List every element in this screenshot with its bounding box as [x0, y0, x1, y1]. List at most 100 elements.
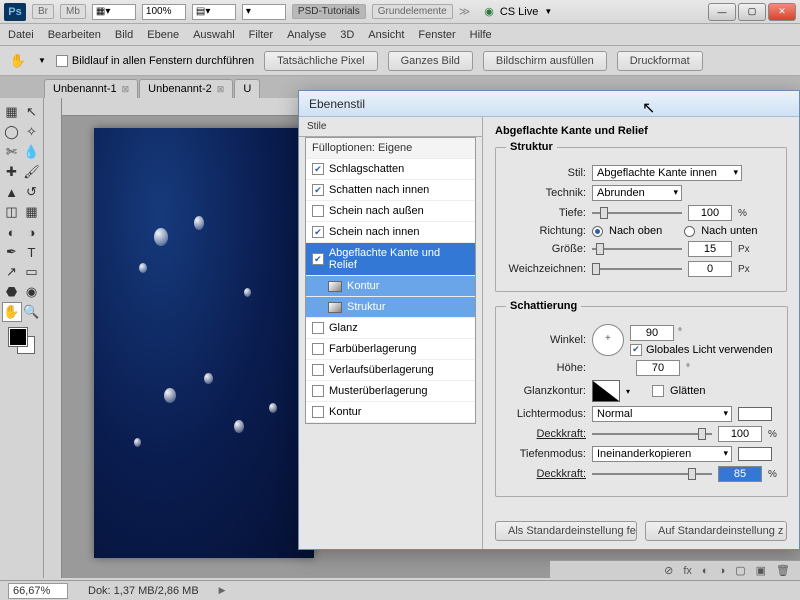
deck1-slider[interactable]: [592, 427, 712, 441]
move-tool[interactable]: ↖: [22, 102, 42, 122]
type-tool[interactable]: T: [22, 242, 42, 262]
global-light-checkbox[interactable]: ✔: [630, 344, 642, 356]
glaetten-checkbox[interactable]: [652, 385, 664, 397]
3d-cam-tool[interactable]: ◉: [22, 282, 42, 302]
menu-hilfe[interactable]: Hilfe: [470, 29, 492, 41]
winkel-input[interactable]: 90: [630, 325, 674, 341]
fx-icon[interactable]: fx: [683, 565, 692, 577]
shadow-color[interactable]: [738, 447, 772, 461]
style-innerglow[interactable]: ✔Schein nach innen: [306, 222, 475, 243]
eraser-tool[interactable]: ◫: [2, 202, 22, 222]
color-swatch[interactable]: [9, 328, 35, 354]
close-button[interactable]: ✕: [768, 3, 796, 21]
actual-pixels-button[interactable]: Tatsächliche Pixel: [264, 51, 377, 71]
wand-tool[interactable]: ✧: [22, 122, 42, 142]
bridge-button[interactable]: Br: [32, 4, 54, 19]
style-innershadow[interactable]: ✔Schatten nach innen: [306, 180, 475, 201]
extras-dd[interactable]: ▾: [242, 4, 286, 20]
hoehe-input[interactable]: 70: [636, 360, 680, 376]
close-icon[interactable]: ⊠: [122, 84, 130, 95]
screen-mode-dd[interactable]: ▦▾: [92, 4, 136, 20]
lichtermodus-dd[interactable]: Normal: [592, 406, 732, 422]
menu-fenster[interactable]: Fenster: [418, 29, 455, 41]
stil-dropdown[interactable]: Abgeflachte Kante innen: [592, 165, 742, 181]
doc-tab-3[interactable]: U: [234, 79, 260, 98]
zoom-tool[interactable]: 🔍: [22, 302, 42, 322]
menu-ebene[interactable]: Ebene: [147, 29, 179, 41]
menu-bearbeiten[interactable]: Bearbeiten: [48, 29, 101, 41]
deck2-slider[interactable]: [592, 467, 712, 481]
menu-datei[interactable]: Datei: [8, 29, 34, 41]
gradient-tool[interactable]: ▦: [22, 202, 42, 222]
angle-dial[interactable]: [592, 324, 624, 356]
doc-tab-2[interactable]: Unbenannt-2⊠: [139, 79, 233, 98]
dialog-title[interactable]: Ebenenstil: [299, 91, 799, 117]
tiefe-input[interactable]: 100: [688, 205, 732, 221]
dodge-tool[interactable]: ◑: [22, 222, 42, 242]
style-bevel[interactable]: ✔Abgeflachte Kante und Relief: [306, 243, 475, 276]
new-layer-icon[interactable]: ▣: [756, 564, 766, 577]
fill-options[interactable]: Fülloptionen: Eigene: [306, 138, 475, 159]
shape-tool[interactable]: ▭: [22, 262, 42, 282]
menu-ansicht[interactable]: Ansicht: [368, 29, 404, 41]
lasso-tool[interactable]: ◯: [2, 122, 22, 142]
deck2-input[interactable]: 85: [718, 466, 762, 482]
style-patternoverlay[interactable]: Musterüberlagerung: [306, 381, 475, 402]
adjustment-icon[interactable]: ◑: [719, 565, 726, 577]
zoom-field[interactable]: 66,67%: [8, 583, 68, 599]
link-icon[interactable]: ⊘: [664, 564, 673, 577]
fill-screen-button[interactable]: Bildschirm ausfüllen: [483, 51, 607, 71]
history-brush[interactable]: ↺: [22, 182, 42, 202]
hand-tool[interactable]: ✋: [2, 302, 22, 322]
menu-auswahl[interactable]: Auswahl: [193, 29, 235, 41]
style-dropshadow[interactable]: ✔Schlagschatten: [306, 159, 475, 180]
print-size-button[interactable]: Druckformat: [617, 51, 703, 71]
stamp-tool[interactable]: ▲: [2, 182, 22, 202]
style-bevel-texture[interactable]: Struktur: [306, 297, 475, 318]
doc-tab-1[interactable]: Unbenannt-1⊠: [44, 79, 138, 98]
folder-icon[interactable]: ▢: [735, 564, 745, 577]
pen-tool[interactable]: ✒: [2, 242, 22, 262]
canvas[interactable]: [94, 128, 314, 558]
technik-dropdown[interactable]: Abrunden: [592, 185, 682, 201]
blur-tool[interactable]: ◐: [2, 222, 22, 242]
weich-slider[interactable]: [592, 262, 682, 276]
gloss-contour[interactable]: [592, 380, 620, 402]
style-stroke[interactable]: Kontur: [306, 402, 475, 423]
workspace-tab-2[interactable]: Grundelemente: [372, 4, 453, 19]
richtung-up-radio[interactable]: [592, 226, 603, 237]
tiefe-slider[interactable]: [592, 206, 682, 220]
brush-tool[interactable]: 🖌: [22, 162, 42, 182]
menu-filter[interactable]: Filter: [249, 29, 273, 41]
workspace-tab-1[interactable]: PSD-Tutorials: [292, 4, 366, 19]
richtung-down-radio[interactable]: [684, 226, 695, 237]
minimize-button[interactable]: —: [708, 3, 736, 21]
mask-icon[interactable]: ◐: [702, 565, 709, 577]
heal-tool[interactable]: ✚: [2, 162, 22, 182]
close-icon[interactable]: ⊠: [217, 84, 225, 95]
hand-tool-icon[interactable]: ✋: [8, 51, 28, 71]
move-tool[interactable]: ▦: [2, 102, 22, 122]
tiefenmodus-dd[interactable]: Ineinanderkopieren: [592, 446, 732, 462]
groesse-input[interactable]: 15: [688, 241, 732, 257]
fit-screen-button[interactable]: Ganzes Bild: [388, 51, 473, 71]
style-gradoverlay[interactable]: Verlaufsüberlagerung: [306, 360, 475, 381]
style-bevel-contour[interactable]: Kontur: [306, 276, 475, 297]
maximize-button[interactable]: ▢: [738, 3, 766, 21]
arrange-dd[interactable]: ▤▾: [192, 4, 236, 20]
cslive-button[interactable]: CS Live: [500, 6, 539, 18]
menu-analyse[interactable]: Analyse: [287, 29, 326, 41]
path-tool[interactable]: ↗: [2, 262, 22, 282]
reset-default-button[interactable]: Auf Standardeinstellung z: [645, 521, 787, 541]
3d-tool[interactable]: ⬣: [2, 282, 22, 302]
trash-icon[interactable]: 🗑: [776, 564, 790, 577]
highlight-color[interactable]: [738, 407, 772, 421]
deck1-input[interactable]: 100: [718, 426, 762, 442]
weich-input[interactable]: 0: [688, 261, 732, 277]
minibridge-button[interactable]: Mb: [60, 4, 86, 19]
scroll-all-checkbox[interactable]: [56, 55, 68, 67]
style-satin[interactable]: Glanz: [306, 318, 475, 339]
zoom-dd[interactable]: 100%: [142, 4, 186, 20]
groesse-slider[interactable]: [592, 242, 682, 256]
crop-tool[interactable]: ✄: [2, 142, 22, 162]
